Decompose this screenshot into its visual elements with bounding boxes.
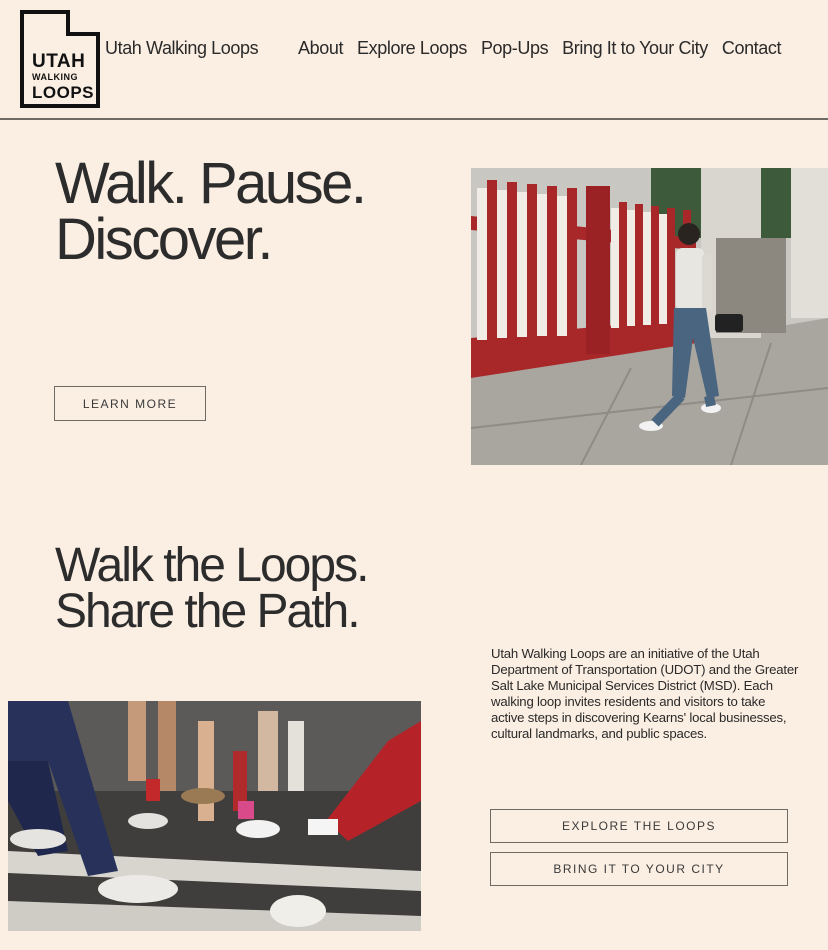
main-nav: About Explore Loops Pop-Ups Bring It to … (298, 38, 781, 59)
hero-photo-woman-walking (471, 168, 828, 465)
hero-title-line-1: Walk. Pause. (55, 151, 367, 216)
logo-line-walking: WALKING (32, 72, 78, 82)
bring-it-to-your-city-button[interactable]: BRING IT TO YOUR CITY (490, 852, 788, 886)
site-name-link[interactable]: Utah Walking Loops (105, 38, 259, 59)
nav-pop-ups[interactable]: Pop-Ups (481, 38, 549, 59)
hero-title-line-2: Discover. (55, 207, 274, 272)
logo-line-utah: UTAH (32, 51, 86, 72)
hero-title: Walk. Pause. Discover. (55, 151, 465, 272)
logo-wordmark: UTAH WALKING LOOPS (32, 52, 102, 101)
site-header: UTAH WALKING LOOPS Utah Walking Loops Ab… (0, 0, 828, 120)
section-title-line-1: Walk the Loops. (55, 539, 369, 592)
nav-about[interactable]: About (298, 38, 343, 59)
crowd-walking-photo (8, 701, 421, 931)
initiative-description: Utah Walking Loops are an initiative of … (491, 646, 799, 741)
learn-more-button[interactable]: LEARN MORE (54, 386, 206, 421)
section-title-line-2: Share the Path. (55, 585, 361, 638)
logo-line-loops: LOOPS (32, 83, 95, 102)
explore-the-loops-button[interactable]: EXPLORE THE LOOPS (490, 809, 788, 843)
nav-explore-loops[interactable]: Explore Loops (357, 38, 467, 59)
page: UTAH WALKING LOOPS Utah Walking Loops Ab… (0, 0, 828, 950)
nav-bring-it-to-your-city[interactable]: Bring It to Your City (562, 38, 708, 59)
nav-contact[interactable]: Contact (722, 38, 782, 59)
section-title: Walk the Loops. Share the Path. (55, 539, 455, 638)
utah-walking-loops-logo[interactable]: UTAH WALKING LOOPS (18, 8, 104, 110)
